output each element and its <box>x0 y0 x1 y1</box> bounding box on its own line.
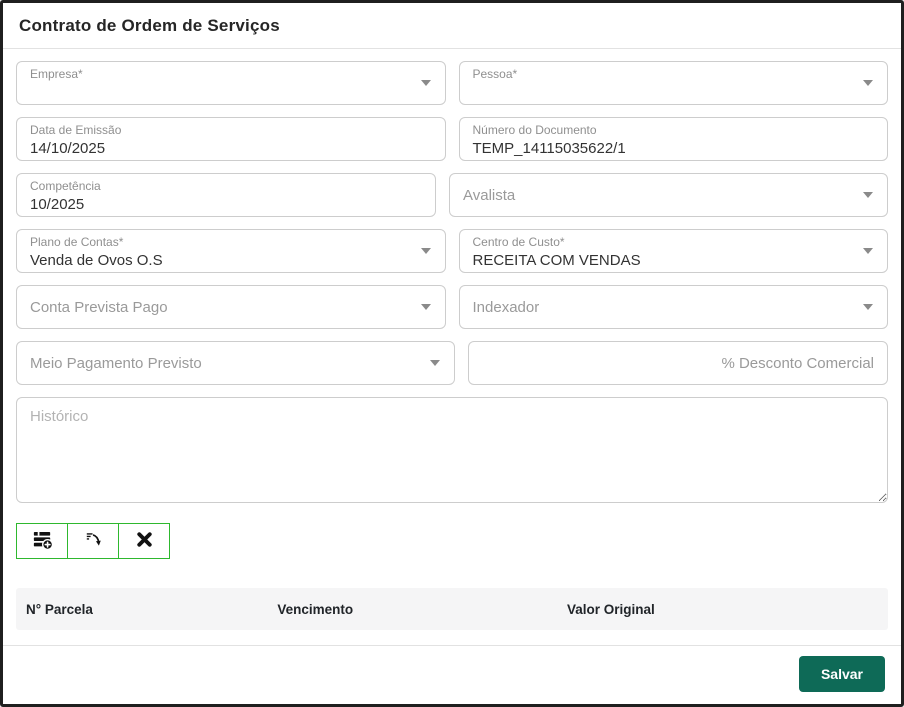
desconto-comercial-field <box>468 341 888 385</box>
chevron-down-icon <box>863 248 873 254</box>
data-emissao-field[interactable]: Data de Emissão 14/10/2025 <box>16 117 446 161</box>
form-row-1: Empresa* Pessoa* <box>16 61 888 105</box>
data-emissao-label: Data de Emissão <box>30 123 122 137</box>
form-row-5: Conta Prevista Pago Indexador <box>16 285 888 329</box>
generate-installments-button[interactable] <box>67 523 119 559</box>
empresa-select[interactable]: Empresa* <box>16 61 446 105</box>
plano-contas-label: Plano de Contas* <box>30 235 124 249</box>
avalista-select[interactable]: Avalista <box>449 173 888 217</box>
chevron-down-icon <box>863 192 873 198</box>
column-header-valor-original: Valor Original <box>567 601 655 617</box>
centro-custo-value: RECEITA COM VENDAS <box>472 252 641 269</box>
data-emissao-value: 14/10/2025 <box>30 140 106 157</box>
column-header-parcela: N° Parcela <box>26 601 93 617</box>
numero-documento-field[interactable]: Número do Documento TEMP_14115035622/1 <box>458 117 888 161</box>
indexador-placeholder: Indexador <box>472 298 540 316</box>
centro-custo-label: Centro de Custo* <box>472 235 565 249</box>
competencia-label: Competência <box>30 179 101 193</box>
empresa-label: Empresa* <box>30 67 83 81</box>
save-button[interactable]: Salvar <box>798 656 885 692</box>
form-body: Empresa* Pessoa* Data de Emissão 14/10/2… <box>3 49 901 645</box>
pessoa-label: Pessoa* <box>472 67 518 81</box>
column-header-vencimento: Vencimento <box>277 601 354 617</box>
plano-contas-select[interactable]: Plano de Contas* Venda de Ovos O.S <box>16 229 446 273</box>
add-installments-icon <box>31 528 54 554</box>
indexador-select[interactable]: Indexador <box>458 285 888 329</box>
form-row-2: Data de Emissão 14/10/2025 Número do Doc… <box>16 117 888 161</box>
numero-documento-value: TEMP_14115035622/1 <box>472 140 626 157</box>
historico-textarea[interactable] <box>16 397 888 503</box>
competencia-value: 10/2025 <box>30 196 85 213</box>
desconto-comercial-input[interactable] <box>482 347 874 379</box>
numero-documento-label: Número do Documento <box>472 123 597 137</box>
service-order-contract-modal: Contrato de Ordem de Serviços Empresa* P… <box>0 0 904 707</box>
historico-row <box>16 397 888 508</box>
meio-pagamento-select[interactable]: Meio Pagamento Previsto <box>16 341 455 385</box>
chevron-down-icon <box>420 248 431 254</box>
conta-prevista-select[interactable]: Conta Prevista Pago <box>16 285 446 329</box>
modal-header: Contrato de Ordem de Serviços <box>3 3 901 49</box>
centro-custo-select[interactable]: Centro de Custo* RECEITA COM VENDAS <box>458 229 888 273</box>
plano-contas-value: Venda de Ovos O.S <box>30 252 163 269</box>
page-title: Contrato de Ordem de Serviços <box>19 16 280 35</box>
generate-installments-icon <box>82 528 105 554</box>
meio-pagamento-placeholder: Meio Pagamento Previsto <box>30 354 202 372</box>
chevron-down-icon <box>863 304 873 310</box>
conta-prevista-placeholder: Conta Prevista Pago <box>30 298 168 316</box>
competencia-field[interactable]: Competência 10/2025 <box>16 173 436 217</box>
chevron-down-icon <box>420 304 431 310</box>
form-row-3: Competência 10/2025 Avalista <box>16 173 888 217</box>
pessoa-select[interactable]: Pessoa* <box>458 61 888 105</box>
installments-toolbar <box>16 523 888 559</box>
installments-table-header: N° Parcela Vencimento Valor Original <box>16 588 888 630</box>
add-installments-button[interactable] <box>16 523 68 559</box>
clear-icon <box>134 529 155 553</box>
chevron-down-icon <box>420 80 431 86</box>
avalista-placeholder: Avalista <box>463 186 516 204</box>
form-row-4: Plano de Contas* Venda de Ovos O.S Centr… <box>16 229 888 273</box>
chevron-down-icon <box>863 80 873 86</box>
clear-installments-button[interactable] <box>118 523 170 559</box>
form-row-6: Meio Pagamento Previsto <box>16 341 888 385</box>
modal-footer: Salvar <box>3 645 901 704</box>
chevron-down-icon <box>430 360 440 366</box>
